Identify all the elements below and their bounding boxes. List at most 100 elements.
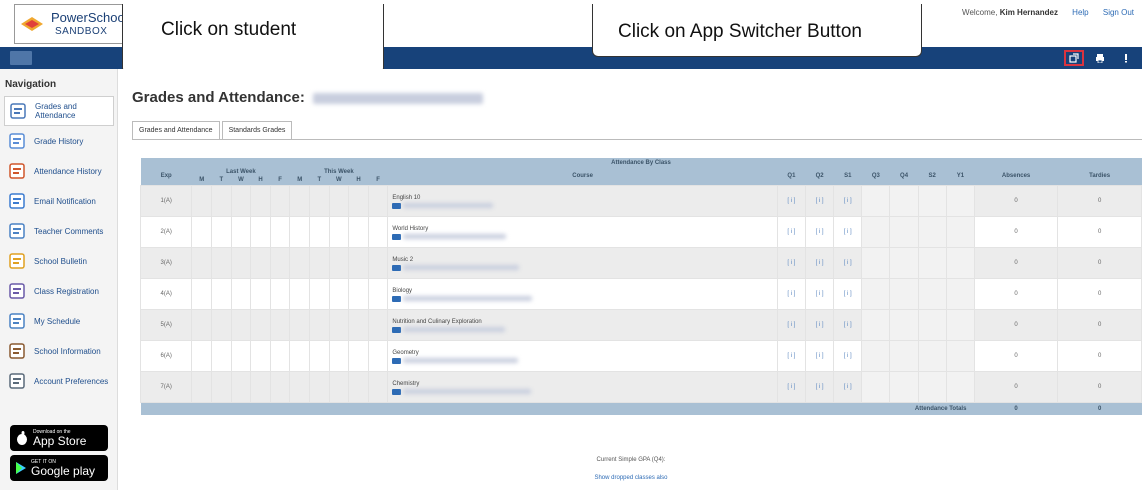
day-cell[interactable]: [191, 246, 213, 279]
sidebar-item[interactable]: Class Registration: [0, 276, 117, 306]
day-cell[interactable]: [211, 277, 232, 310]
day-cell[interactable]: [269, 308, 291, 341]
email-icon[interactable]: [392, 388, 402, 395]
grade-cell[interactable]: [ i ]: [833, 308, 863, 341]
day-cell[interactable]: [211, 184, 232, 217]
day-cell[interactable]: [309, 215, 330, 248]
day-cell[interactable]: [328, 184, 350, 217]
grade-cell[interactable]: [ i ]: [833, 339, 863, 372]
day-cell[interactable]: [348, 246, 369, 279]
day-cell[interactable]: [250, 246, 271, 279]
sidebar-item[interactable]: Grades and Attendance: [4, 96, 114, 126]
teacher-name-redacted[interactable]: [403, 389, 532, 394]
day-cell[interactable]: [309, 308, 330, 341]
absences-cell[interactable]: 0: [973, 277, 1059, 310]
day-cell[interactable]: [269, 370, 291, 403]
grade-cell[interactable]: [ i ]: [776, 184, 807, 217]
student-name-redacted[interactable]: [313, 92, 483, 104]
email-icon[interactable]: [392, 264, 402, 271]
day-cell[interactable]: [191, 339, 213, 372]
day-cell[interactable]: [367, 184, 389, 217]
google-play-badge[interactable]: GET IT ON Google play: [10, 455, 108, 481]
day-cell[interactable]: [211, 308, 232, 341]
day-cell[interactable]: [250, 339, 271, 372]
day-cell[interactable]: [211, 246, 232, 279]
tardies-cell[interactable]: 0: [1057, 339, 1142, 372]
day-cell[interactable]: [328, 246, 350, 279]
sidebar-item[interactable]: Email Notification: [0, 186, 117, 216]
tab-standards-grades[interactable]: Standards Grades: [221, 121, 293, 140]
day-cell[interactable]: [367, 370, 389, 403]
day-cell[interactable]: [328, 277, 350, 310]
help-link[interactable]: Help: [1072, 8, 1088, 17]
day-cell[interactable]: [348, 184, 369, 217]
nav-menu-toggle[interactable]: [10, 51, 32, 65]
grade-cell[interactable]: [ i ]: [833, 215, 863, 248]
tardies-cell[interactable]: 0: [1057, 184, 1142, 217]
day-cell[interactable]: [230, 215, 252, 248]
day-cell[interactable]: [348, 308, 369, 341]
grade-cell[interactable]: [ i ]: [833, 370, 863, 403]
day-cell[interactable]: [367, 339, 389, 372]
absences-cell[interactable]: 0: [973, 246, 1059, 279]
day-cell[interactable]: [289, 246, 310, 279]
grade-cell[interactable]: [ i ]: [804, 246, 835, 279]
day-cell[interactable]: [269, 184, 291, 217]
tab-grades-and-attendance[interactable]: Grades and Attendance: [132, 121, 220, 140]
sidebar-item[interactable]: School Bulletin: [0, 246, 117, 276]
grade-cell[interactable]: [ i ]: [776, 277, 807, 310]
day-cell[interactable]: [289, 277, 310, 310]
grade-cell[interactable]: [ i ]: [776, 339, 807, 372]
email-icon[interactable]: [392, 357, 402, 364]
teacher-name-redacted[interactable]: [403, 358, 519, 363]
day-cell[interactable]: [348, 277, 369, 310]
absences-cell[interactable]: 0: [973, 308, 1059, 341]
day-cell[interactable]: [230, 370, 252, 403]
grade-cell[interactable]: [ i ]: [776, 370, 807, 403]
day-cell[interactable]: [328, 215, 350, 248]
day-cell[interactable]: [191, 308, 213, 341]
day-cell[interactable]: [211, 370, 232, 403]
grade-cell[interactable]: [ i ]: [804, 308, 835, 341]
day-cell[interactable]: [230, 246, 252, 279]
day-cell[interactable]: [250, 277, 271, 310]
sidebar-item[interactable]: Account Preferences: [0, 366, 117, 396]
day-cell[interactable]: [348, 370, 369, 403]
powerschool-logo[interactable]: PowerSchool SANDBOX: [14, 4, 128, 44]
day-cell[interactable]: [328, 339, 350, 372]
alert-icon[interactable]: [1116, 50, 1136, 66]
day-cell[interactable]: [230, 308, 252, 341]
sidebar-item[interactable]: My Schedule: [0, 306, 117, 336]
grade-cell[interactable]: [ i ]: [833, 246, 863, 279]
tardies-cell[interactable]: 0: [1057, 215, 1142, 248]
day-cell[interactable]: [328, 370, 350, 403]
app-store-badge[interactable]: Download on the App Store: [10, 425, 108, 451]
day-cell[interactable]: [309, 370, 330, 403]
sidebar-item[interactable]: Attendance History: [0, 156, 117, 186]
teacher-name-redacted[interactable]: [403, 203, 494, 208]
tardies-cell[interactable]: 0: [1057, 370, 1142, 403]
day-cell[interactable]: [250, 370, 271, 403]
day-cell[interactable]: [367, 246, 389, 279]
day-cell[interactable]: [269, 277, 291, 310]
day-cell[interactable]: [230, 339, 252, 372]
col-term-q4[interactable]: Q4: [889, 167, 919, 185]
sidebar-item[interactable]: Grade History: [0, 126, 117, 156]
col-term-q2[interactable]: Q2: [805, 167, 834, 185]
grade-cell[interactable]: [ i ]: [804, 184, 835, 217]
email-icon[interactable]: [392, 202, 402, 209]
day-cell[interactable]: [328, 308, 350, 341]
day-cell[interactable]: [309, 184, 330, 217]
day-cell[interactable]: [191, 184, 213, 217]
day-cell[interactable]: [348, 215, 369, 248]
col-term-y1[interactable]: Y1: [946, 167, 975, 185]
grade-cell[interactable]: [ i ]: [804, 339, 835, 372]
email-icon[interactable]: [392, 233, 402, 240]
day-cell[interactable]: [230, 184, 252, 217]
email-icon[interactable]: [392, 326, 402, 333]
teacher-name-redacted[interactable]: [403, 265, 520, 270]
day-cell[interactable]: [289, 308, 310, 341]
day-cell[interactable]: [367, 277, 389, 310]
grade-cell[interactable]: [ i ]: [804, 370, 835, 403]
tardies-cell[interactable]: 0: [1057, 277, 1142, 310]
